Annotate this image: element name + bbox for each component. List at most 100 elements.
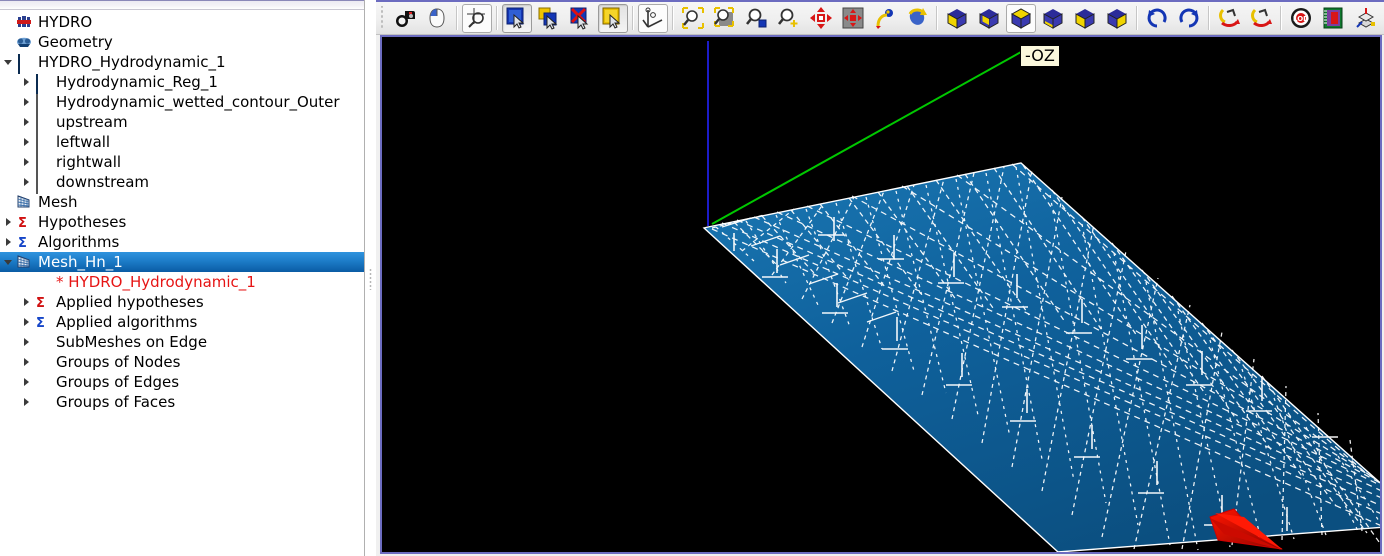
toolbar-separator <box>632 6 634 30</box>
hatched-shape-glyph <box>36 154 38 174</box>
camera-icon <box>393 6 417 30</box>
scene-svg <box>382 37 1380 552</box>
toolbar-button-back-view[interactable] <box>974 4 1004 33</box>
cube-bottom-icon <box>1041 6 1065 30</box>
tree-item-hydrodynamic-reg-1[interactable]: Hydrodynamic_Reg_1 <box>0 72 364 92</box>
tree-item-label: leftwall <box>55 132 110 152</box>
tree-item-hypotheses[interactable]: ΣHypotheses <box>0 212 364 232</box>
tree-item-label: Groups of Faces <box>55 392 175 412</box>
cursor-yellow-square-icon <box>601 6 625 30</box>
tree-item-applied-algorithms[interactable]: ΣApplied algorithms <box>0 312 364 332</box>
tree-expander-placeholder <box>20 272 34 292</box>
tree-item-label: Geometry <box>37 32 113 52</box>
toolbar-button-trihedron-axes[interactable] <box>638 4 668 33</box>
toolbar-button-rotation-point[interactable] <box>870 4 900 33</box>
mesh-module-icon <box>16 194 34 210</box>
toolbar-button-select-edge[interactable] <box>534 4 564 33</box>
toolbar-button-scaling[interactable] <box>1318 4 1348 33</box>
tree-item-algorithms[interactable]: ΣAlgorithms <box>0 232 364 252</box>
chevron-right-icon[interactable] <box>20 392 34 412</box>
chevron-right-icon[interactable] <box>20 132 34 152</box>
toolbar-button-top-view[interactable] <box>1006 4 1036 33</box>
tree-item-hydro-hydrodynamic-1[interactable]: * HYDRO_Hydrodynamic_1 <box>0 272 364 292</box>
chevron-right-icon[interactable] <box>20 172 34 192</box>
tree-item-leftwall[interactable]: leftwall <box>0 132 364 152</box>
tree-item-label: downstream <box>55 172 149 192</box>
object-browser-tree[interactable]: HYDROGeometryHYDRO_Hydrodynamic_1Hydrody… <box>0 10 364 556</box>
toolbar-button-reset-view-1[interactable] <box>1214 4 1244 33</box>
tree-item-upstream[interactable]: upstream <box>0 112 364 132</box>
zoom-fit-area-icon <box>713 6 737 30</box>
tree-item-geometry[interactable]: Geometry <box>0 32 364 52</box>
toolbar-separator <box>936 6 938 30</box>
tree-item-mesh-hn-1[interactable]: Mesh_Hn_1 <box>0 252 364 272</box>
chevron-down-icon[interactable] <box>2 252 16 272</box>
tree-item-label: rightwall <box>55 152 121 172</box>
toolbar-button-dump-view[interactable] <box>390 4 420 33</box>
toolbar-button-select-face[interactable] <box>598 4 628 33</box>
toolbar-button-level-of-detail[interactable]: LOD <box>1286 4 1316 33</box>
tree-item-hydrodynamic-wetted-contour-outer[interactable]: Hydrodynamic_wetted_contour_Outer <box>0 92 364 112</box>
splitter-grip[interactable] <box>369 268 372 290</box>
salome-main-window: HYDROGeometryHYDRO_Hydrodynamic_1Hydrody… <box>0 0 1384 556</box>
toolbar-button-right-view[interactable] <box>1102 4 1132 33</box>
chevron-right-icon[interactable] <box>2 212 16 232</box>
chevron-right-icon[interactable] <box>20 92 34 112</box>
toolbar-button-panning[interactable] <box>806 4 836 33</box>
toolbar-button-reset-view-2[interactable] <box>1246 4 1276 33</box>
tree-item-hydro-hydrodynamic-1[interactable]: HYDRO_Hydrodynamic_1 <box>0 52 364 72</box>
toolbar-button-rotation[interactable] <box>902 4 932 33</box>
tree-expander-placeholder <box>2 192 16 212</box>
toolbar-button-select-point[interactable] <box>502 4 532 33</box>
tree-item-applied-hypotheses[interactable]: ΣApplied hypotheses <box>0 292 364 312</box>
toolbar-button-graduated-axes[interactable] <box>1350 4 1380 33</box>
chevron-right-icon[interactable] <box>20 332 34 352</box>
chevron-right-icon[interactable] <box>20 72 34 92</box>
chevron-right-icon[interactable] <box>20 112 34 132</box>
chevron-down-icon[interactable] <box>2 52 16 72</box>
toolbar-button-change-background[interactable] <box>422 4 452 33</box>
tree-item-mesh[interactable]: Mesh <box>0 192 364 212</box>
3d-viewport[interactable]: -OZ <box>380 35 1382 554</box>
viewer-area: LOD <box>376 0 1384 556</box>
tree-item-groups-of-nodes[interactable]: Groups of Nodes <box>0 352 364 372</box>
hatched-shape-icon <box>34 174 52 190</box>
chevron-right-icon[interactable] <box>20 352 34 372</box>
toolbar-button-front-view[interactable] <box>942 4 972 33</box>
chevron-right-icon[interactable] <box>20 292 34 312</box>
toolbar-button-left-view[interactable] <box>1070 4 1100 33</box>
toolbar-separator <box>496 6 498 30</box>
toolbar-separator <box>1136 6 1138 30</box>
tree-item-label: HYDRO <box>37 12 92 32</box>
chevron-right-icon[interactable] <box>20 372 34 392</box>
toolbar-button-fit-selection[interactable] <box>742 4 772 33</box>
rotate-icon <box>905 6 929 30</box>
toolbar-button-anticlockwise[interactable] <box>1142 4 1172 33</box>
tree-item-label: Mesh_Hn_1 <box>37 252 123 272</box>
toolbar-button-global-panning[interactable] <box>838 4 868 33</box>
toolbar-button-select-none[interactable] <box>566 4 596 33</box>
viewer-toolbar[interactable]: LOD <box>376 0 1384 35</box>
chevron-right-icon[interactable] <box>20 312 34 332</box>
tree-item-rightwall[interactable]: rightwall <box>0 152 364 172</box>
no-icon <box>34 394 52 410</box>
toolbar-drag-grip[interactable] <box>379 6 387 30</box>
tree-item-downstream[interactable]: downstream <box>0 172 364 192</box>
toolbar-button-fit-all[interactable] <box>678 4 708 33</box>
viewport-canvas[interactable]: -OZ <box>382 37 1380 552</box>
tree-item-label: upstream <box>55 112 128 132</box>
toolbar-button-zoom[interactable] <box>774 4 804 33</box>
tree-item-hydro[interactable]: HYDRO <box>0 12 364 32</box>
tree-item-submeshes-on-edge[interactable]: SubMeshes on Edge <box>0 332 364 352</box>
toolbar-button-clockwise[interactable] <box>1174 4 1204 33</box>
tree-item-groups-of-faces[interactable]: Groups of Faces <box>0 392 364 412</box>
chevron-right-icon[interactable] <box>2 232 16 252</box>
toolbar-button-bottom-view[interactable] <box>1038 4 1068 33</box>
no-icon <box>34 374 52 390</box>
toolbar-button-show-trihedron[interactable] <box>462 4 492 33</box>
tree-item-groups-of-edges[interactable]: Groups of Edges <box>0 372 364 392</box>
chevron-right-icon[interactable] <box>20 152 34 172</box>
hatched-shape-icon <box>34 154 52 170</box>
panel-splitter[interactable] <box>365 0 376 556</box>
toolbar-button-fit-area[interactable] <box>710 4 740 33</box>
